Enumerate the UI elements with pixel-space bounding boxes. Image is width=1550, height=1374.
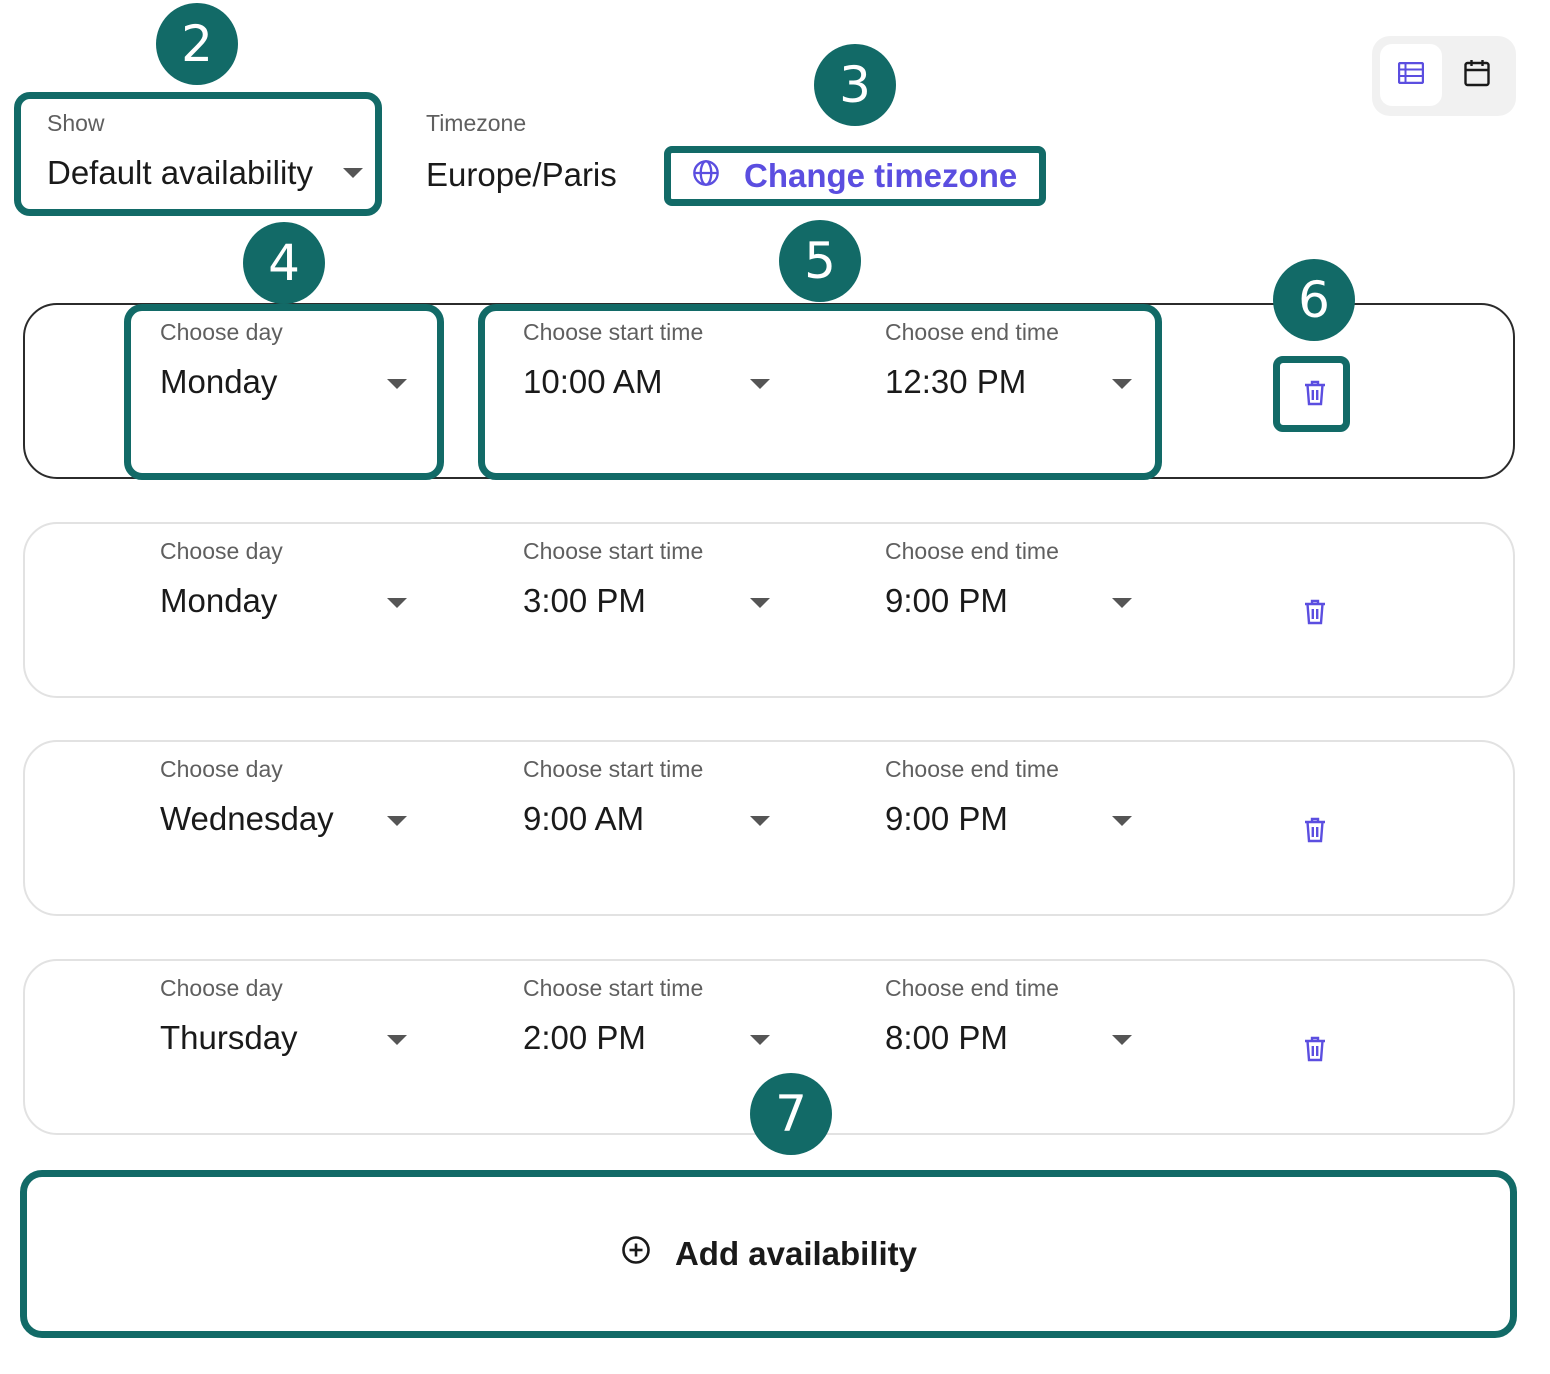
start-time-value: 9:00 AM (523, 800, 645, 837)
trash-icon (1304, 1036, 1326, 1067)
delete-button[interactable] (1301, 598, 1329, 630)
change-timezone-label: Change timezone (744, 157, 1018, 194)
chevron-down-icon (343, 168, 363, 178)
start-time-label: Choose start time (523, 975, 704, 1001)
start-time-value: 3:00 PM (523, 582, 646, 619)
chevron-down-icon (1112, 1035, 1132, 1045)
delete-button[interactable] (1301, 1035, 1329, 1067)
timezone-label: Timezone (426, 110, 527, 136)
chevron-down-icon (750, 816, 770, 826)
start-time-dropdown[interactable]: Choose start time 3:00 PM (523, 538, 783, 628)
chevron-down-icon (1112, 598, 1132, 608)
annotation-badge: 6 (1273, 259, 1355, 341)
day-value: Wednesday (160, 800, 334, 837)
plus-circle-icon (621, 1235, 651, 1273)
annotation-badge: 4 (243, 222, 325, 304)
day-label: Choose day (160, 975, 283, 1001)
end-time-dropdown[interactable]: Choose end time 9:00 PM (885, 538, 1145, 628)
annotation-badge: 3 (814, 44, 896, 126)
view-toggle (1372, 36, 1516, 116)
start-time-label: Choose start time (523, 756, 704, 782)
end-time-dropdown[interactable]: Choose end time 8:00 PM (885, 975, 1145, 1065)
chevron-down-icon (387, 379, 407, 389)
delete-button[interactable] (1301, 379, 1329, 411)
timezone-display: Timezone Europe/Paris (426, 108, 646, 198)
availability-row: Choose day Wednesday Choose start time 9… (23, 740, 1515, 916)
chevron-down-icon (387, 816, 407, 826)
start-time-dropdown[interactable]: Choose start time 2:00 PM (523, 975, 783, 1065)
day-dropdown[interactable]: Choose day Monday (160, 538, 420, 628)
end-time-value: 12:30 PM (885, 363, 1027, 400)
trash-icon (1304, 380, 1326, 411)
annotation-badge: 5 (779, 220, 861, 302)
end-time-label: Choose end time (885, 756, 1059, 782)
chevron-down-icon (750, 379, 770, 389)
globe-icon (692, 157, 720, 195)
delete-button[interactable] (1301, 816, 1329, 848)
add-availability-label: Add availability (674, 1235, 918, 1272)
trash-icon (1304, 817, 1326, 848)
chevron-down-icon (387, 1035, 407, 1045)
show-dropdown[interactable]: Show Default availability (47, 108, 367, 198)
calendar-icon (1464, 59, 1490, 92)
start-time-dropdown[interactable]: Choose start time 10:00 AM (523, 319, 783, 409)
chevron-down-icon (750, 598, 770, 608)
calendar-view-button[interactable] (1446, 44, 1508, 106)
chevron-down-icon (387, 598, 407, 608)
day-dropdown[interactable]: Choose day Wednesday (160, 756, 420, 846)
end-time-dropdown[interactable]: Choose end time 9:00 PM (885, 756, 1145, 846)
day-dropdown[interactable]: Choose day Monday (160, 319, 420, 409)
day-value: Monday (160, 363, 278, 400)
annotation-badge: 2 (156, 3, 238, 85)
annotation-badge: 7 (750, 1073, 832, 1155)
day-value: Thursday (160, 1019, 298, 1056)
day-value: Monday (160, 582, 278, 619)
chevron-down-icon (1112, 816, 1132, 826)
show-label: Show (47, 110, 105, 136)
end-time-dropdown[interactable]: Choose end time 12:30 PM (885, 319, 1145, 409)
end-time-value: 9:00 PM (885, 582, 1008, 619)
trash-icon (1304, 599, 1326, 630)
chevron-down-icon (750, 1035, 770, 1045)
end-time-value: 8:00 PM (885, 1019, 1008, 1056)
start-time-dropdown[interactable]: Choose start time 9:00 AM (523, 756, 783, 846)
timezone-value: Europe/Paris (426, 156, 617, 193)
end-time-label: Choose end time (885, 319, 1059, 345)
start-time-value: 2:00 PM (523, 1019, 646, 1056)
chevron-down-icon (1112, 379, 1132, 389)
end-time-label: Choose end time (885, 975, 1059, 1001)
start-time-value: 10:00 AM (523, 363, 663, 400)
change-timezone-button[interactable]: Change timezone (692, 154, 1017, 198)
end-time-value: 9:00 PM (885, 800, 1008, 837)
start-time-label: Choose start time (523, 319, 704, 345)
day-label: Choose day (160, 538, 283, 564)
day-label: Choose day (160, 756, 283, 782)
availability-row: Choose day Monday Choose start time 3:00… (23, 522, 1515, 698)
add-availability-button[interactable]: Add availability (23, 1173, 1515, 1335)
end-time-label: Choose end time (885, 538, 1059, 564)
show-value: Default availability (47, 154, 313, 191)
start-time-label: Choose start time (523, 538, 704, 564)
day-label: Choose day (160, 319, 283, 345)
list-icon (1397, 61, 1425, 89)
list-view-button[interactable] (1380, 44, 1442, 106)
day-dropdown[interactable]: Choose day Thursday (160, 975, 420, 1065)
